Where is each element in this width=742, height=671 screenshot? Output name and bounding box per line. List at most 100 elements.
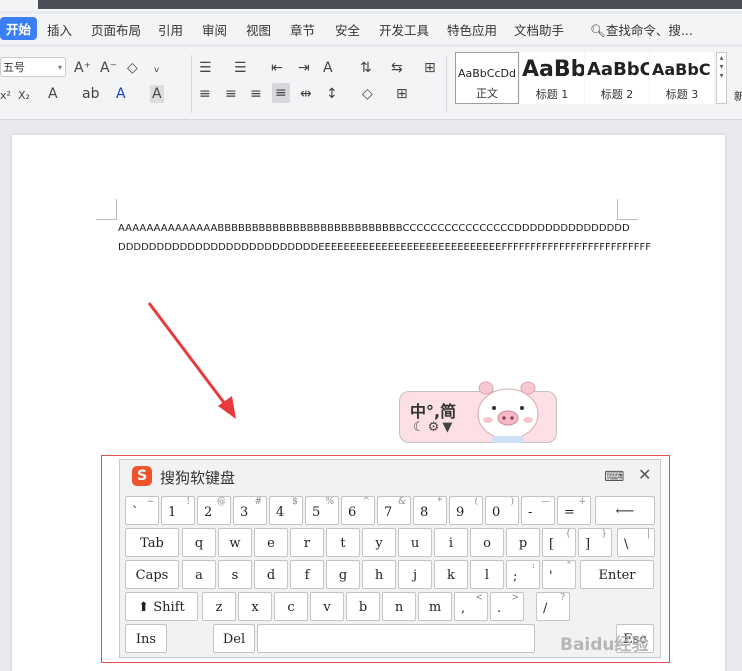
key-shift-label: ^	[362, 497, 370, 507]
key-symbol[interactable]: ]}	[578, 528, 612, 557]
key-label: 5	[312, 505, 321, 520]
key-2[interactable]: 2 @	[197, 496, 231, 525]
key-g[interactable]: g	[326, 560, 360, 589]
key-caps[interactable]: Caps	[125, 560, 179, 589]
key-label: x	[251, 600, 259, 615]
key-space[interactable]	[257, 624, 535, 653]
shirt-icon[interactable]: ▼	[442, 420, 455, 435]
key-symbol[interactable]: /?	[536, 592, 570, 621]
key-label: `	[132, 505, 139, 520]
key-symbol[interactable]: = +	[557, 496, 591, 525]
key-shift-label: :	[531, 561, 535, 571]
key-d[interactable]: d	[254, 560, 288, 589]
key-k[interactable]: k	[434, 560, 468, 589]
key-label: v	[323, 600, 331, 615]
key-label: o	[483, 536, 491, 551]
key-i[interactable]: i	[434, 528, 468, 557]
key-symbol[interactable]: ' "	[542, 560, 576, 589]
key-label: 1	[168, 505, 177, 520]
key-label: Tab	[140, 536, 164, 551]
key-1[interactable]: 1!	[161, 496, 195, 525]
keyboard-title: 搜狗软键盘	[160, 469, 236, 487]
key-n[interactable]: n	[382, 592, 416, 621]
moon-icon[interactable]: ☾	[413, 420, 428, 435]
key-x[interactable]: x	[238, 592, 272, 621]
key-0[interactable]: 0)	[485, 496, 519, 525]
key-j[interactable]: j	[398, 560, 432, 589]
key-label: e	[267, 536, 275, 551]
key-symbol[interactable]: ⟵	[595, 496, 655, 525]
key-o[interactable]: o	[470, 528, 504, 557]
key-symbol[interactable]: - —	[521, 496, 555, 525]
key-6[interactable]: 6 ^	[341, 496, 375, 525]
key-label: Caps	[135, 568, 169, 583]
key-label: b	[358, 600, 368, 615]
key-t[interactable]: t	[326, 528, 360, 557]
key-p[interactable]: p	[506, 528, 540, 557]
key-shift-label: —	[541, 497, 550, 507]
key-ins[interactable]: Ins	[125, 624, 167, 653]
key-label: c	[287, 600, 295, 615]
key-label: '	[549, 569, 553, 584]
key-shift[interactable]: ⬆ Shift	[125, 592, 198, 621]
key-9[interactable]: 9(	[449, 496, 483, 525]
key-c[interactable]: c	[274, 592, 308, 621]
key-3[interactable]: 3 #	[233, 496, 267, 525]
key-s[interactable]: s	[218, 560, 252, 589]
key-8[interactable]: 8 *	[413, 496, 447, 525]
key-label: m	[428, 600, 442, 615]
key-del[interactable]: Del	[213, 624, 255, 653]
key-5[interactable]: 5%	[305, 496, 339, 525]
key-shift-label: "	[566, 561, 571, 571]
key-u[interactable]: u	[398, 528, 432, 557]
key-7[interactable]: 7 &	[377, 496, 411, 525]
key-label: u	[410, 536, 420, 551]
key-label: p	[518, 536, 528, 551]
key-symbol[interactable]: , <	[454, 592, 488, 621]
close-icon[interactable]: ✕	[638, 465, 651, 484]
key-symbol[interactable]: [{	[542, 528, 576, 557]
key-shift-label: )	[510, 497, 514, 507]
key-shift-label: >	[511, 593, 519, 603]
key-symbol[interactable]: . >	[490, 592, 524, 621]
key-r[interactable]: r	[290, 528, 324, 557]
key-enter[interactable]: Enter	[580, 560, 654, 589]
key-b[interactable]: b	[346, 592, 380, 621]
key-e[interactable]: e	[254, 528, 288, 557]
watermark-logo: Baidu经验	[560, 635, 649, 655]
key-v[interactable]: v	[310, 592, 344, 621]
key-label: y	[375, 536, 383, 551]
key-symbol[interactable]: ;:	[506, 560, 540, 589]
gear-icon[interactable]: ⚙	[428, 420, 443, 435]
key-shift-label: @	[217, 497, 226, 507]
key-4[interactable]: 4 $	[269, 496, 303, 525]
key-tab[interactable]: Tab	[125, 528, 179, 557]
key-symbol[interactable]: \ |	[617, 528, 655, 557]
key-label: w	[229, 536, 241, 551]
key-w[interactable]: w	[218, 528, 252, 557]
key-m[interactable]: m	[418, 592, 452, 621]
ime-tool-icons[interactable]: ☾⚙▼	[413, 420, 455, 435]
key-f[interactable]: f	[290, 560, 324, 589]
key-shift-label: (	[474, 497, 478, 507]
key-z[interactable]: z	[202, 592, 236, 621]
key-shift-label: {	[565, 529, 571, 539]
key-y[interactable]: y	[362, 528, 396, 557]
key-label: q	[194, 536, 204, 551]
key-a[interactable]: a	[182, 560, 216, 589]
key-h[interactable]: h	[362, 560, 396, 589]
key-label: ;	[513, 569, 518, 584]
key-label: ⟵	[615, 504, 635, 519]
key-symbol[interactable]: ` ~	[125, 496, 159, 525]
key-label: ]	[585, 537, 591, 552]
key-shift-label: ?	[560, 593, 565, 603]
keyboard-icon[interactable]: ⌨	[604, 469, 624, 485]
key-l[interactable]: l	[470, 560, 504, 589]
key-label: Ins	[135, 632, 157, 647]
key-q[interactable]: q	[182, 528, 216, 557]
key-label: 2	[204, 505, 213, 520]
key-label: s	[231, 568, 239, 583]
key-label: [	[549, 537, 555, 552]
key-shift-label: ~	[146, 497, 154, 507]
key-shift-label: !	[186, 497, 190, 507]
